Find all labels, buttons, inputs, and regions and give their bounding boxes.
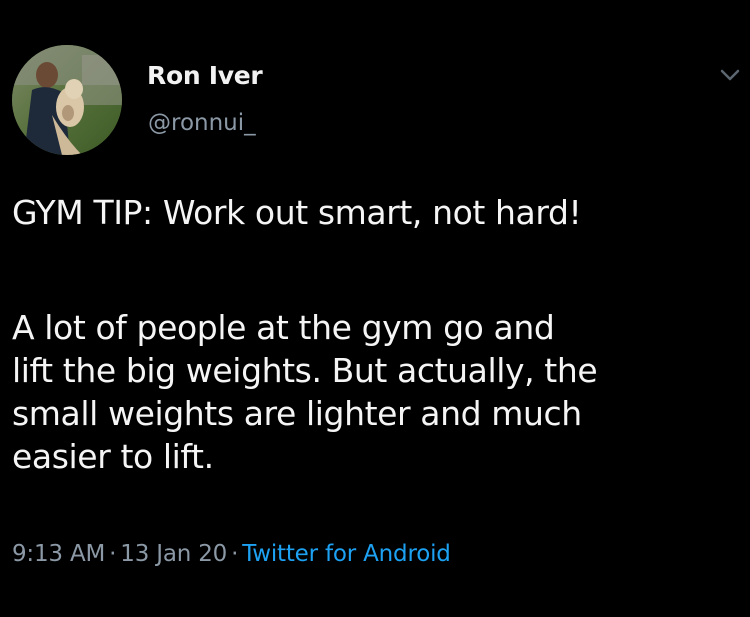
tweet-body-line: small weights are lighter and much: [12, 394, 582, 433]
meta-separator: ·: [109, 541, 117, 567]
tweet-body-line: A lot of people at the gym go and: [12, 308, 555, 347]
tweet-card: Ron Iver @ronnui_ GYM TIP: Work out smar…: [0, 0, 750, 617]
tweet-meta: 9:13 AM · 13 Jan 20 · Twitter for Android: [12, 541, 451, 567]
meta-separator: ·: [231, 541, 239, 567]
chevron-down-icon[interactable]: [718, 66, 742, 84]
tweet-time[interactable]: 9:13 AM: [12, 541, 105, 567]
avatar[interactable]: [12, 45, 122, 155]
tweet-date[interactable]: 13 Jan 20: [120, 541, 227, 567]
author-handle[interactable]: @ronnui_: [148, 110, 256, 136]
tweet-body-line: lift the big weights. But actually, the: [12, 351, 598, 390]
tweet-body: A lot of people at the gym go and lift t…: [12, 306, 742, 478]
author-display-name[interactable]: Ron Iver: [147, 61, 263, 90]
tweet-body-line: easier to lift.: [12, 437, 214, 476]
tweet-source-link[interactable]: Twitter for Android: [242, 541, 451, 567]
tweet-headline: GYM TIP: Work out smart, not hard!: [12, 193, 582, 232]
